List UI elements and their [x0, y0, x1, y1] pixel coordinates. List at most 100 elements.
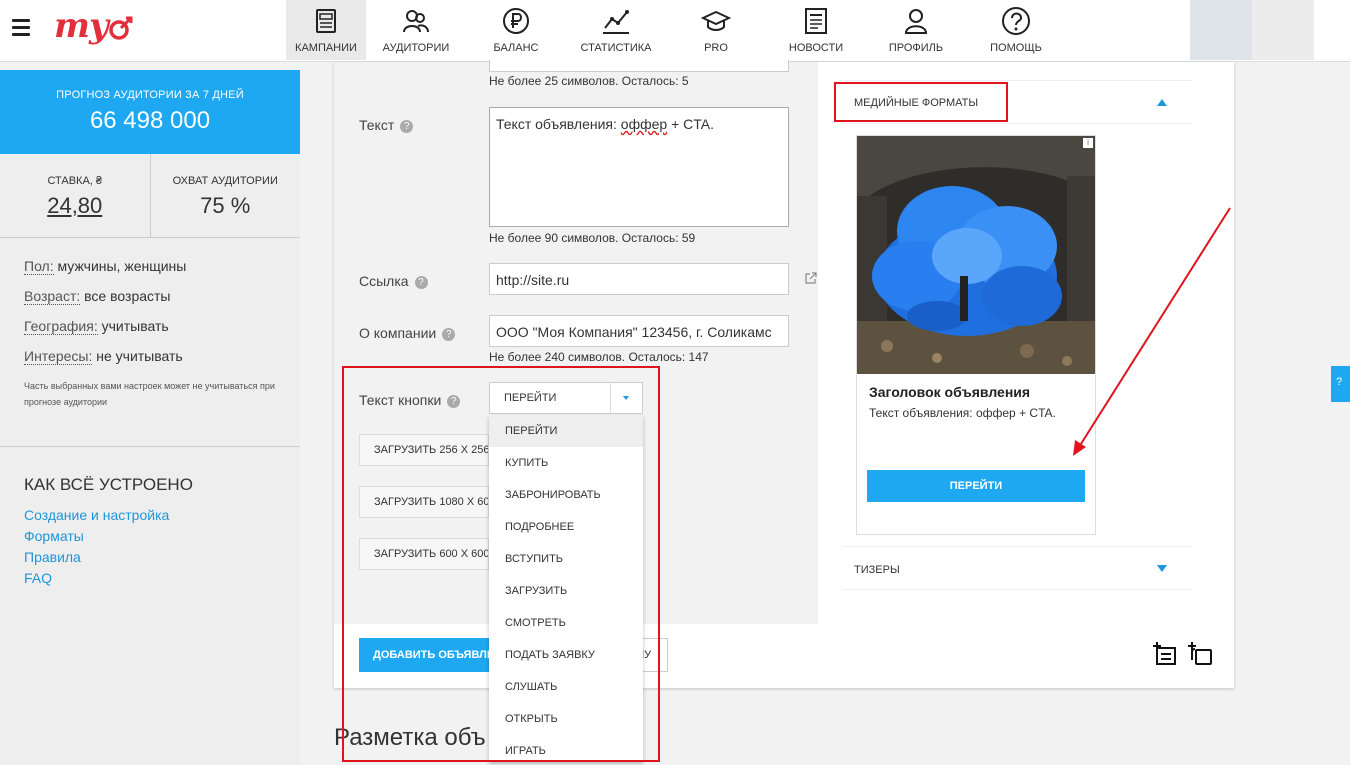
- targeting-key[interactable]: Пол:: [24, 258, 54, 275]
- reach-stat: ОХВАТ АУДИТОРИИ 75 %: [149, 154, 301, 237]
- stats-row: СТАВКА, ₴ 24,80 ОХВАТ АУДИТОРИИ 75 %: [0, 154, 300, 238]
- annotation-box-media-formats: [834, 82, 1008, 122]
- ad-preview-cta-button[interactable]: ПЕРЕЙТИ: [867, 470, 1085, 502]
- link-label: Ссылка?: [359, 273, 428, 289]
- company-label-text: О компании: [359, 325, 437, 341]
- text-label: Текст?: [359, 117, 414, 133]
- nav-label: КАМПАНИИ: [295, 42, 357, 54]
- nav-label: НОВОСТИ: [788, 42, 844, 54]
- rate-label: СТАВКА,: [47, 175, 96, 187]
- help-icon[interactable]: ?: [414, 276, 428, 289]
- how-it-works-title: КАК ВСЁ УСТРОЕНО: [24, 475, 193, 494]
- nav-audiences[interactable]: АУДИТОРИИ: [366, 0, 466, 60]
- company-hint: Не более 240 символов. Осталось: 147: [489, 350, 709, 364]
- nav-campaigns[interactable]: КАМПАНИИ: [286, 0, 366, 60]
- targeting-row: Возраст: все возрасты: [24, 288, 276, 305]
- link-setup[interactable]: Создание и настройка: [24, 505, 276, 526]
- company-input[interactable]: ООО "Моя Компания" 123456, г. Соликамс: [489, 315, 789, 347]
- link-rules[interactable]: Правила: [24, 547, 276, 568]
- link-faq[interactable]: FAQ: [24, 568, 276, 589]
- targeting-row: Интересы: не учитывать: [24, 348, 276, 365]
- reach-value: 75 %: [200, 193, 251, 218]
- nav-statistics[interactable]: СТАТИСТИКА: [566, 0, 666, 60]
- rate-stat: СТАВКА, ₴ 24,80: [0, 154, 150, 237]
- rate-value[interactable]: 24,80: [0, 193, 150, 219]
- targeting-value: не учитывать: [96, 348, 183, 364]
- targeting-value: учитывать: [101, 318, 169, 334]
- title-input[interactable]: [489, 60, 789, 72]
- profile-icon: [904, 9, 928, 34]
- nav-label: СТАТИСТИКА: [580, 42, 652, 54]
- targeting-key[interactable]: Интересы:: [24, 348, 93, 365]
- chevron-up-icon[interactable]: [1157, 99, 1167, 106]
- left-sidebar: ПРОГНОЗ АУДИТОРИИ ЗА 7 ДНЕЙ 66 498 000 С…: [0, 70, 300, 765]
- header-slot: [1252, 0, 1314, 60]
- audience-forecast: ПРОГНОЗ АУДИТОРИИ ЗА 7 ДНЕЙ 66 498 000: [0, 70, 300, 154]
- graduation-cap-icon: [701, 10, 731, 31]
- nav-pro[interactable]: PRO: [666, 0, 766, 60]
- link-formats[interactable]: Форматы: [24, 526, 276, 547]
- text-hint: Не более 90 символов. Осталось: 59: [489, 231, 696, 245]
- title-hint: Не более 25 символов. Осталось: 5: [489, 74, 689, 88]
- ad-preview-title: Заголовок объявления: [869, 384, 1031, 400]
- nav-label: БАЛАНС: [493, 42, 539, 54]
- feedback-tab[interactable]: ?: [1331, 366, 1350, 402]
- currency-icon: ₴: [95, 175, 103, 187]
- company-label: О компании?: [359, 325, 456, 341]
- targeting-row: География: учитывать: [24, 318, 276, 335]
- targeting-key[interactable]: Возраст:: [24, 288, 81, 305]
- ad-preview-text: Текст объявления: оффер + CTA.: [869, 406, 1056, 420]
- nav-help[interactable]: ПОМОЩЬ: [966, 0, 1066, 60]
- info-icon[interactable]: i: [1083, 138, 1093, 148]
- logo-text: my: [54, 6, 109, 46]
- ruble-icon: [503, 8, 529, 34]
- forecast-value: 66 498 000: [89, 107, 211, 134]
- nav-label: ПРОФИЛЬ: [888, 42, 944, 54]
- forecast-note: Часть выбранных вами настроек может не у…: [24, 381, 275, 407]
- main-nav: КАМПАНИИ АУДИТОРИИ БАЛАНС СТАТИСТИКА PRO…: [286, 0, 1066, 60]
- news-icon: [805, 8, 827, 34]
- targeting-key[interactable]: География:: [24, 318, 98, 335]
- help-icon[interactable]: ?: [442, 328, 456, 341]
- ad-preview-card: i Заголовок объявления Текст объявления:…: [856, 135, 1096, 535]
- text-label-text: Текст: [359, 117, 395, 133]
- logo-target-icon: [108, 16, 133, 40]
- reach-label: ОХВАТ АУДИТОРИИ: [172, 175, 278, 187]
- ad-preview-image: i: [857, 136, 1095, 374]
- nav-profile[interactable]: ПРОФИЛЬ: [866, 0, 966, 60]
- link-label-text: Ссылка: [359, 273, 409, 289]
- nav-label: PRO: [704, 42, 728, 54]
- blue-smoke-image: [857, 136, 1095, 374]
- help-icon: [1002, 7, 1030, 35]
- nav-balance[interactable]: БАЛАНС: [466, 0, 566, 60]
- how-it-works: КАК ВСЁ УСТРОЕНО Создание и настройка Фо…: [0, 447, 300, 617]
- mytarget-logo[interactable]: my: [54, 6, 134, 46]
- header-slot: [1190, 0, 1252, 60]
- nav-label: ПОМОЩЬ: [990, 42, 1042, 54]
- forecast-label: ПРОГНОЗ АУДИТОРИИ ЗА 7 ДНЕЙ: [56, 89, 244, 101]
- help-icon[interactable]: ?: [400, 120, 414, 133]
- nav-news[interactable]: НОВОСТИ: [766, 0, 866, 60]
- text-value: + CTA.: [667, 116, 715, 132]
- targeting-value: все возрасты: [84, 288, 171, 304]
- nav-label: АУДИТОРИИ: [382, 42, 450, 54]
- campaigns-icon: [316, 9, 336, 33]
- add-copy-icon[interactable]: [1187, 641, 1213, 667]
- targeting-summary: Пол: мужчины, женщины Возраст: все возра…: [0, 238, 300, 447]
- targeting-value: мужчины, женщины: [57, 258, 187, 274]
- text-textarea[interactable]: Текст объявления: оффер + CTA.: [489, 107, 789, 227]
- chevron-down-icon[interactable]: [1157, 565, 1167, 572]
- external-link-icon[interactable]: [805, 272, 817, 284]
- teasers-accordion[interactable]: ТИЗЕРЫ: [842, 546, 1192, 590]
- targeting-row: Пол: мужчины, женщины: [24, 258, 276, 275]
- hamburger-menu-icon[interactable]: [12, 19, 30, 36]
- audiences-icon: [403, 10, 429, 33]
- text-value-misspelled: оффер: [620, 116, 668, 132]
- add-group-icon[interactable]: [1152, 641, 1178, 667]
- text-value: Текст объявления:: [496, 116, 621, 132]
- statistics-icon: [603, 10, 629, 34]
- top-navigation-bar: my КАМПАНИИ АУДИТОРИИ БАЛАНС СТАТИСТИКА …: [0, 0, 1350, 62]
- annotation-box-button-text: [342, 366, 660, 762]
- teasers-label: ТИЗЕРЫ: [854, 564, 900, 576]
- link-input[interactable]: http://site.ru: [489, 263, 789, 295]
